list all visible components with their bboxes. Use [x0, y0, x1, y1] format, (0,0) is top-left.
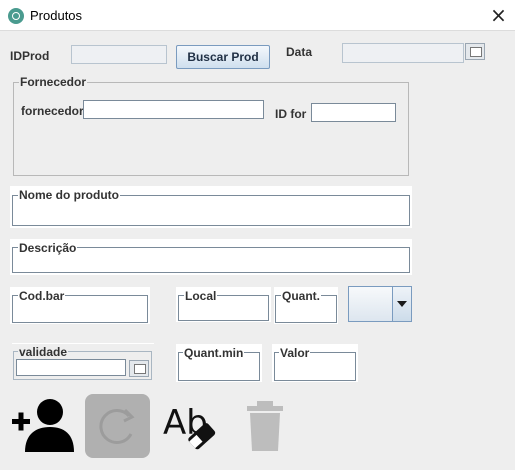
date-field[interactable] [342, 43, 464, 63]
quantity-unit-combo[interactable] [348, 286, 412, 322]
validity-calendar-icon[interactable] [129, 360, 149, 377]
combo-selected [349, 287, 392, 321]
close-button[interactable]: × [482, 3, 515, 28]
fornecedor-id-field[interactable] [311, 103, 396, 122]
validity-label: validade [18, 345, 69, 359]
spellcheck-button[interactable]: Ab [162, 394, 224, 458]
trash-icon [247, 401, 283, 451]
fornecedor-id-label: ID for [275, 107, 307, 121]
idprod-label: IDProd [10, 49, 50, 63]
title-bar: Produtos × [0, 0, 515, 31]
location-label: Local [184, 289, 218, 303]
spellcheck-eraser-icon: Ab [163, 403, 216, 450]
date-label: Data [286, 45, 313, 59]
barcode-field[interactable]: Cod.bar [10, 287, 150, 324]
delete-button[interactable] [243, 399, 287, 453]
min-quantity-label: Quant.min [183, 346, 245, 360]
description-label: Descrição [18, 241, 78, 255]
add-user-icon [12, 399, 74, 452]
fornecedor-group-title: Fornecedor [19, 75, 88, 89]
product-name-label: Nome do produto [18, 188, 120, 202]
window-title: Produtos [30, 8, 83, 23]
min-quantity-field[interactable]: Quant.min [176, 344, 262, 382]
value-field[interactable]: Valor [272, 344, 358, 382]
quantity-label: Quant. [281, 289, 321, 303]
fornecedor-group: Fornecedor [13, 75, 409, 176]
quantity-field[interactable]: Quant. [274, 287, 338, 324]
refresh-icon [99, 408, 135, 444]
add-user-button[interactable] [10, 396, 76, 456]
app-icon [8, 8, 24, 24]
product-name-field[interactable]: Nome do produto [10, 186, 412, 228]
date-calendar-icon[interactable] [465, 43, 485, 60]
idprod-field[interactable] [71, 45, 167, 64]
search-product-button[interactable]: Buscar Prod [176, 45, 270, 69]
refresh-button[interactable] [85, 394, 150, 458]
fornecedor-label: fornecedor [21, 104, 84, 118]
validity-date-field[interactable] [16, 359, 126, 376]
location-field[interactable]: Local [176, 287, 271, 322]
barcode-label: Cod.bar [18, 289, 66, 303]
main-panel: IDProd Buscar Prod Data Fornecedor forne… [0, 31, 515, 470]
chevron-down-icon[interactable] [392, 287, 411, 321]
fornecedor-field[interactable] [83, 100, 264, 119]
description-field[interactable]: Descrição [10, 239, 412, 275]
value-label: Valor [279, 346, 311, 360]
